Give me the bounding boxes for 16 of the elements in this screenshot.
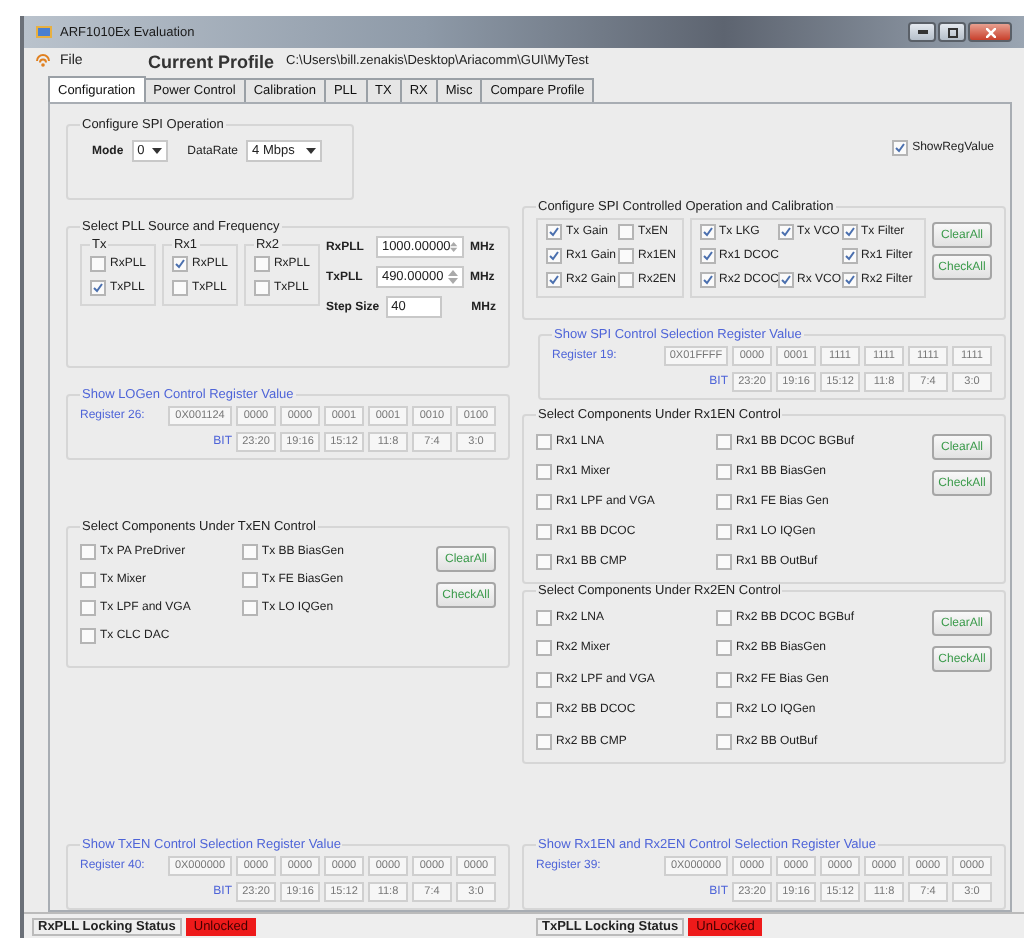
checkmark-icon xyxy=(894,141,907,153)
checkmark-icon xyxy=(779,226,792,238)
app-icon xyxy=(36,24,52,40)
close-button[interactable] xyxy=(968,22,1012,42)
checkmark-icon xyxy=(173,258,186,270)
checkmark-icon xyxy=(779,274,792,286)
minimize-icon xyxy=(917,30,927,34)
caret-icon xyxy=(151,148,162,154)
checkmark-icon xyxy=(92,282,104,294)
minimize-button[interactable] xyxy=(908,22,936,42)
maximize-button[interactable] xyxy=(938,22,966,42)
maximize-icon xyxy=(947,27,957,37)
signal-arcs-icon xyxy=(36,54,50,68)
caret-icon xyxy=(306,148,317,154)
close-icon xyxy=(985,27,995,37)
profile-label: Current Profile xyxy=(148,51,275,71)
